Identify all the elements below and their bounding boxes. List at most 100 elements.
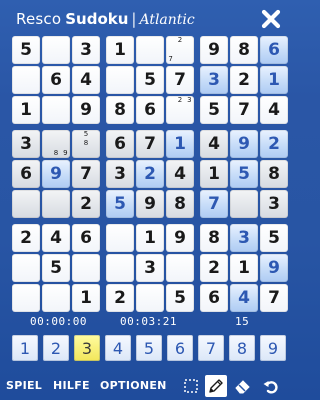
board-cell[interactable]: 2 — [260, 130, 288, 158]
menu-spiel[interactable]: SPIEL — [6, 378, 42, 394]
board-cell[interactable]: 9 — [166, 224, 194, 252]
number-button-6[interactable]: 6 — [167, 335, 193, 361]
board-cell[interactable]: 7 — [72, 160, 100, 188]
board-cell[interactable]: 6 — [42, 66, 70, 94]
board-cell[interactable]: 8 — [230, 36, 258, 64]
board-cell[interactable]: 3 — [72, 36, 100, 64]
board-cell[interactable]: 8 — [200, 224, 228, 252]
number-button-4[interactable]: 4 — [105, 335, 131, 361]
board-cell[interactable]: 7 — [166, 66, 194, 94]
board-cell[interactable]: 9 — [230, 130, 258, 158]
board-cell[interactable] — [12, 284, 40, 312]
given-digit: 3 — [144, 257, 156, 278]
board-cell[interactable]: 2 — [200, 254, 228, 282]
number-button-8[interactable]: 8 — [229, 335, 255, 361]
pencil-tool-button[interactable] — [205, 375, 227, 397]
number-button-5[interactable]: 5 — [136, 335, 162, 361]
board-cell[interactable]: 1 — [260, 66, 288, 94]
board-cell[interactable] — [42, 36, 70, 64]
board-cell[interactable] — [72, 254, 100, 282]
board-cell[interactable] — [42, 96, 70, 124]
board-cell[interactable]: 1 — [106, 36, 134, 64]
board-cell[interactable]: 1 — [200, 160, 228, 188]
board-cell[interactable]: 1 — [230, 254, 258, 282]
board-cell[interactable]: 7 — [200, 190, 228, 218]
board-cell[interactable]: 2 — [106, 284, 134, 312]
board-cell[interactable]: 3 — [106, 160, 134, 188]
board-cell[interactable]: 4 — [230, 284, 258, 312]
board-cell[interactable]: 7 — [136, 130, 164, 158]
board-cell[interactable]: 4 — [166, 160, 194, 188]
board-cell[interactable]: 5 — [136, 66, 164, 94]
board-cell[interactable]: 5 — [106, 190, 134, 218]
board-cell[interactable] — [230, 190, 258, 218]
board-cell[interactable]: 89 — [42, 130, 70, 158]
board-cell[interactable]: 8 — [166, 190, 194, 218]
board-cell[interactable]: 8 — [106, 96, 134, 124]
board-cell[interactable]: 3 — [230, 224, 258, 252]
board-cell[interactable]: 5 — [42, 254, 70, 282]
board-cell[interactable]: 9 — [42, 160, 70, 188]
board-cell[interactable]: 7 — [230, 96, 258, 124]
board-cell[interactable]: 58 — [72, 130, 100, 158]
board-cell[interactable]: 4 — [200, 130, 228, 158]
eraser-tool-button[interactable] — [232, 375, 254, 397]
number-button-7[interactable]: 7 — [198, 335, 224, 361]
board-cell[interactable]: 9 — [136, 190, 164, 218]
board-cell[interactable] — [136, 36, 164, 64]
board-cell[interactable]: 4 — [42, 224, 70, 252]
board-cell[interactable]: 3 — [260, 190, 288, 218]
board-cell[interactable]: 4 — [260, 96, 288, 124]
board-cell[interactable] — [136, 284, 164, 312]
board-cell[interactable]: 6 — [12, 160, 40, 188]
board-cell[interactable] — [12, 66, 40, 94]
board-cell[interactable]: 3 — [136, 254, 164, 282]
board-cell[interactable]: 7 — [260, 284, 288, 312]
number-button-3[interactable]: 3 — [74, 335, 100, 361]
board-cell[interactable]: 9 — [72, 96, 100, 124]
board-cell[interactable] — [12, 190, 40, 218]
board-cell[interactable]: 8 — [260, 160, 288, 188]
menu-hilfe[interactable]: HILFE — [53, 378, 90, 394]
number-button-2[interactable]: 2 — [43, 335, 69, 361]
board-cell[interactable] — [42, 190, 70, 218]
board-cell[interactable] — [42, 284, 70, 312]
board-cell[interactable]: 23 — [166, 96, 194, 124]
board-cell[interactable]: 2 — [136, 160, 164, 188]
board-cell[interactable]: 6 — [200, 284, 228, 312]
board-cell[interactable]: 1 — [136, 224, 164, 252]
number-button-1[interactable]: 1 — [12, 335, 38, 361]
board-cell[interactable]: 1 — [72, 284, 100, 312]
board-cell[interactable]: 2 — [72, 190, 100, 218]
board-cell[interactable]: 5 — [200, 96, 228, 124]
board-cell[interactable]: 6 — [72, 224, 100, 252]
board-cell[interactable]: 1 — [166, 130, 194, 158]
number-button-9[interactable]: 9 — [260, 335, 286, 361]
board-cell[interactable]: 6 — [260, 36, 288, 64]
given-digit: 3 — [80, 39, 92, 60]
board-cell[interactable]: 4 — [72, 66, 100, 94]
board-cell[interactable] — [12, 254, 40, 282]
board-cell[interactable]: 2 — [230, 66, 258, 94]
board-cell[interactable]: 5 — [12, 36, 40, 64]
board-cell[interactable]: 6 — [106, 130, 134, 158]
board-cell[interactable]: 5 — [230, 160, 258, 188]
undo-button[interactable] — [260, 375, 282, 397]
selection-tool-button[interactable] — [180, 375, 202, 397]
board-cell[interactable] — [106, 66, 134, 94]
board-cell[interactable]: 27 — [166, 36, 194, 64]
menu-optionen[interactable]: OPTIONEN — [100, 378, 167, 394]
board-cell[interactable] — [106, 224, 134, 252]
close-button[interactable] — [258, 6, 284, 32]
board-cell[interactable]: 9 — [200, 36, 228, 64]
board-cell[interactable]: 1 — [12, 96, 40, 124]
board-cell[interactable]: 3 — [200, 66, 228, 94]
board-cell[interactable] — [106, 254, 134, 282]
board-cell[interactable]: 5 — [166, 284, 194, 312]
board-cell[interactable]: 6 — [136, 96, 164, 124]
board-cell[interactable]: 2 — [12, 224, 40, 252]
board-cell[interactable] — [166, 254, 194, 282]
board-cell[interactable]: 9 — [260, 254, 288, 282]
board-cell[interactable]: 3 — [12, 130, 40, 158]
board-cell[interactable]: 5 — [260, 224, 288, 252]
